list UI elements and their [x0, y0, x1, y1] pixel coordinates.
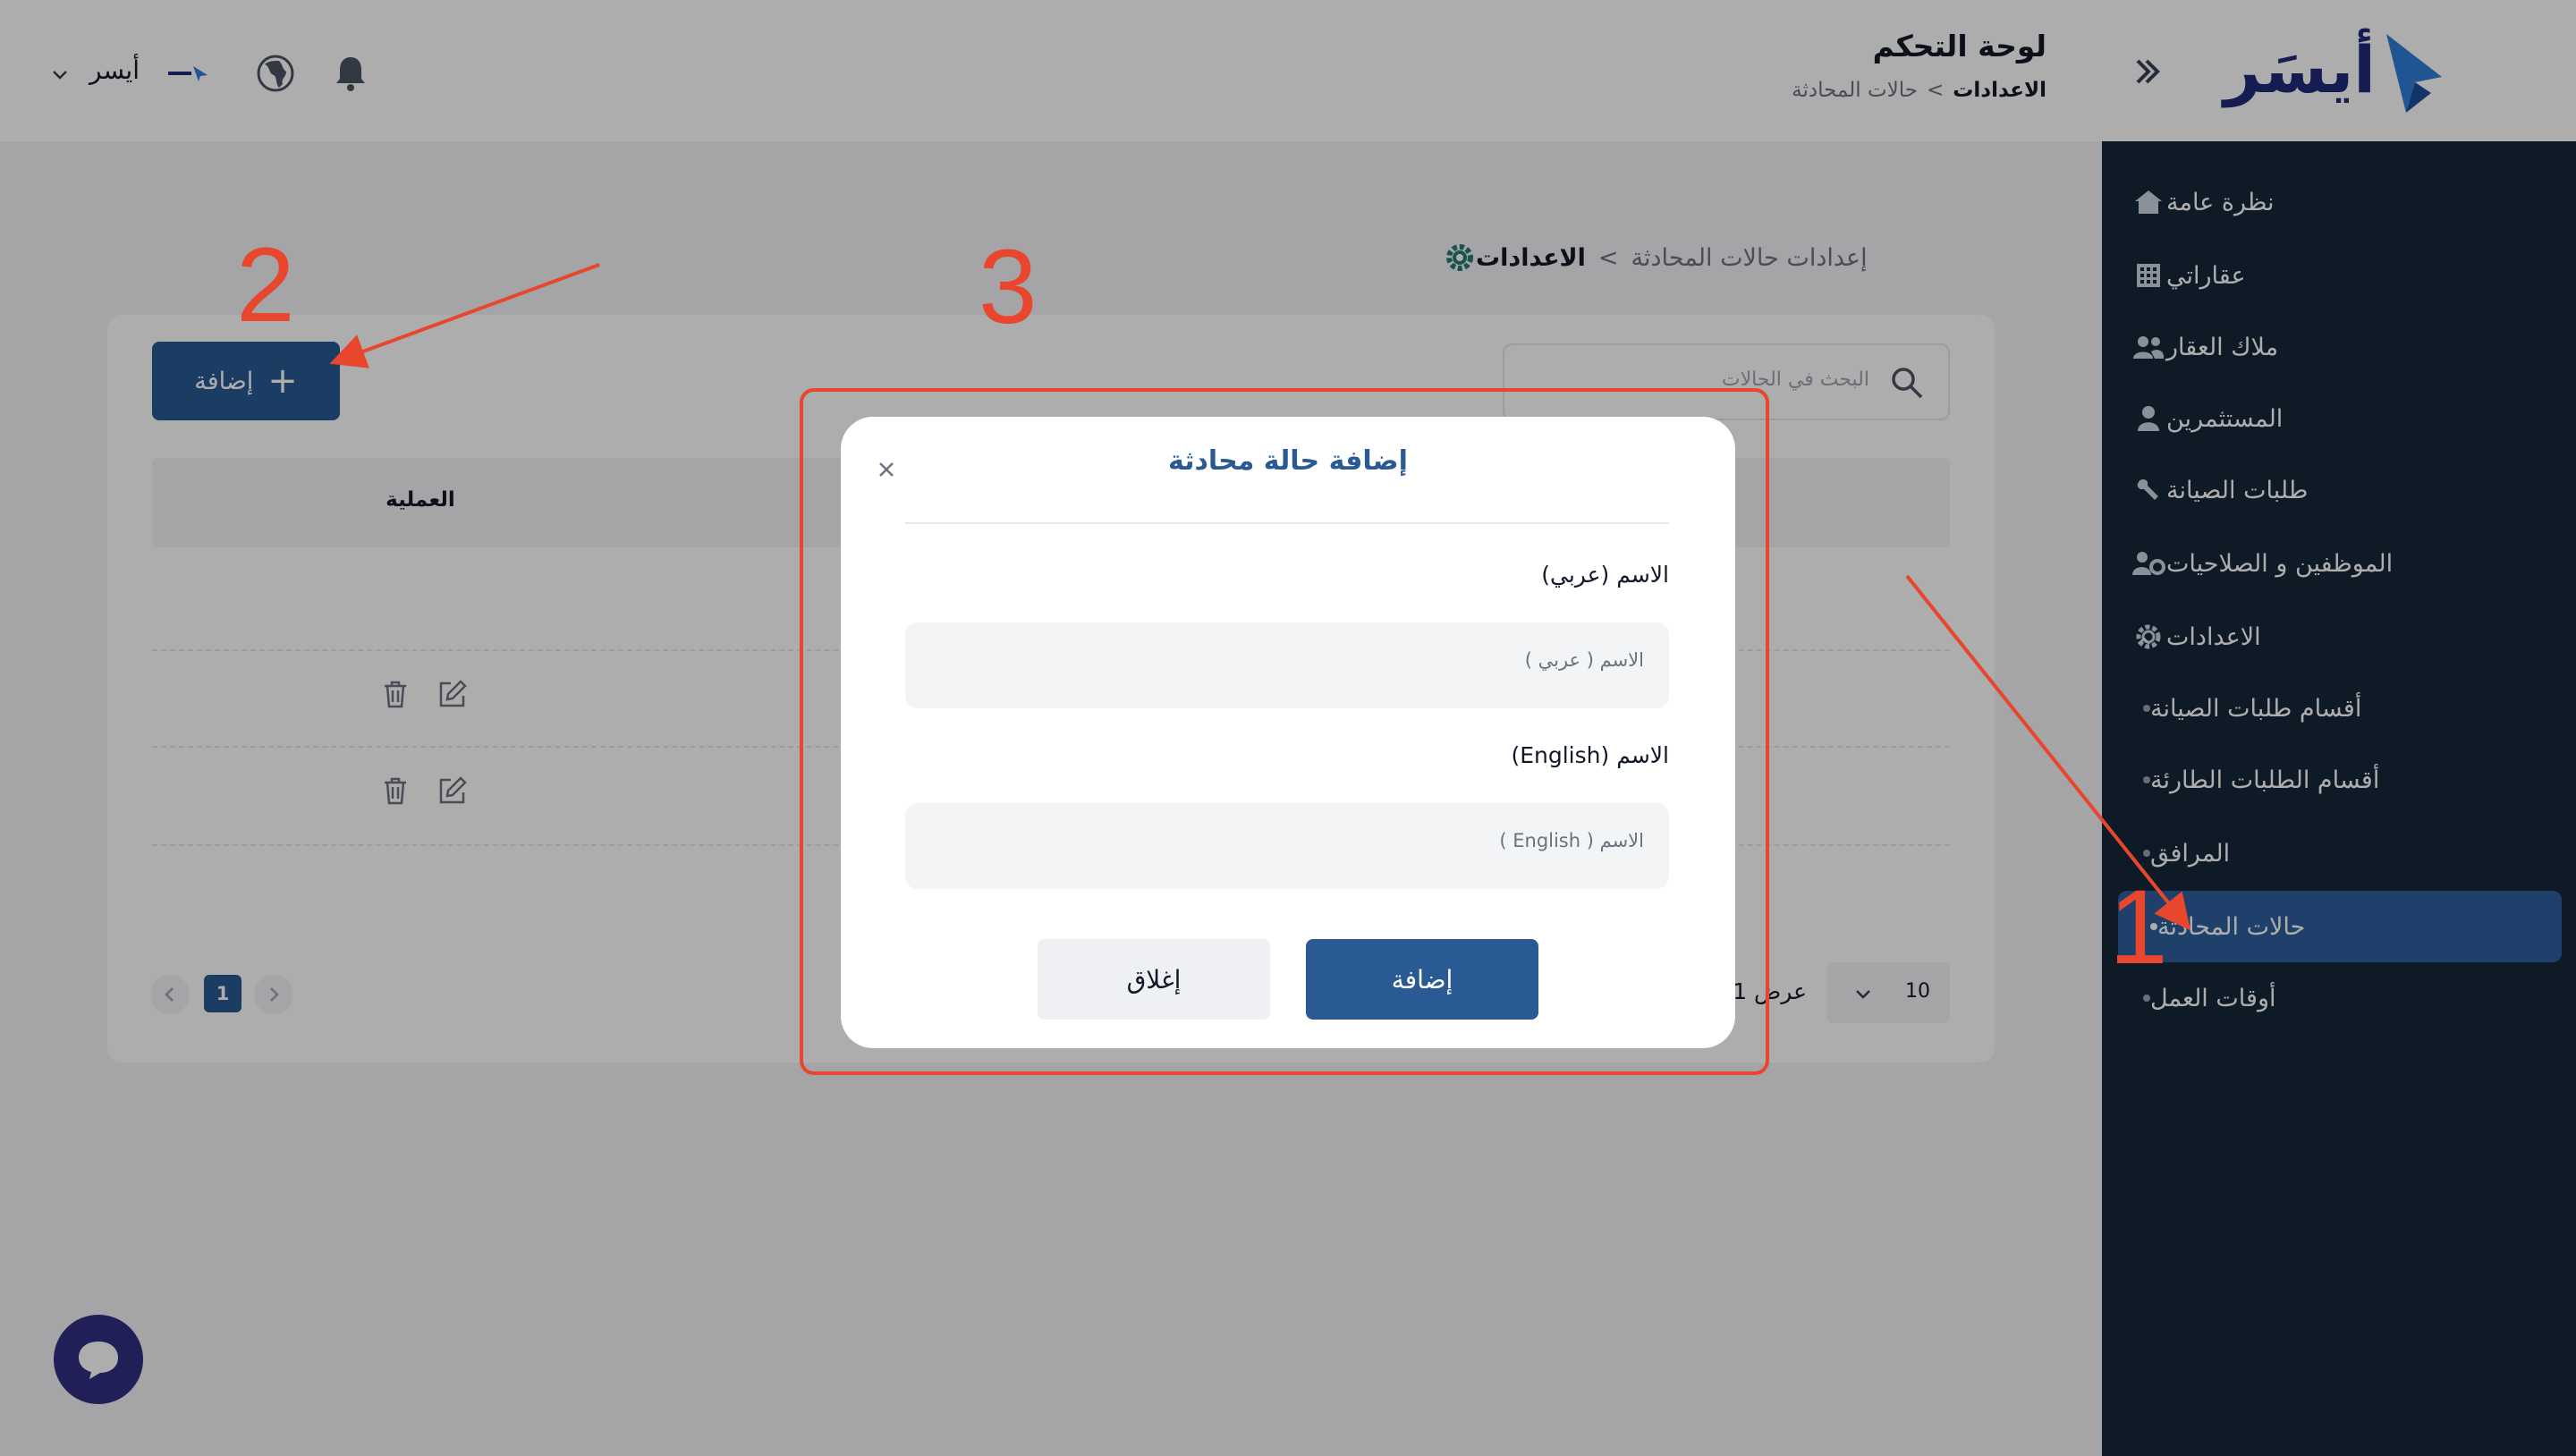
annotation-highlight-box: [800, 388, 1769, 1075]
annotation-number-1: 1: [2109, 868, 2168, 986]
annotation-number-3: 3: [979, 228, 1038, 346]
annotation-number-2: 2: [236, 226, 295, 344]
